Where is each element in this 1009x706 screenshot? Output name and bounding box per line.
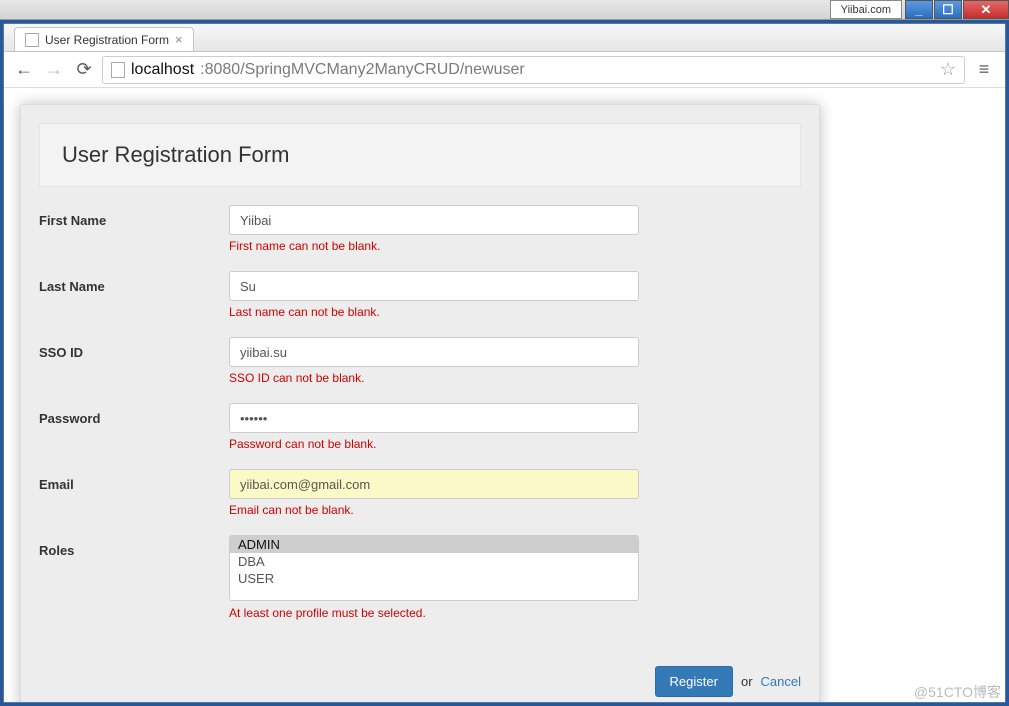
- label-email: Email: [39, 469, 229, 492]
- row-password: Password Password can not be blank.: [39, 403, 801, 461]
- sso-id-input[interactable]: [229, 337, 639, 367]
- row-first-name: First Name First name can not be blank.: [39, 205, 801, 263]
- error-email: Email can not be blank.: [229, 503, 639, 517]
- error-sso-id: SSO ID can not be blank.: [229, 371, 639, 385]
- label-password: Password: [39, 403, 229, 426]
- watermark: @51CTO博客: [914, 682, 1001, 702]
- roles-option[interactable]: ADMIN: [230, 536, 638, 553]
- label-sso-id: SSO ID: [39, 337, 229, 360]
- page-icon: [25, 33, 39, 47]
- error-first-name: First name can not be blank.: [229, 239, 639, 253]
- registration-form: First Name First name can not be blank. …: [21, 205, 819, 656]
- window-minimize-button[interactable]: _: [905, 0, 933, 19]
- window-brand: Yiibai.com: [830, 0, 902, 19]
- page-title: User Registration Form: [62, 142, 778, 168]
- or-text: or: [741, 674, 753, 689]
- url-host: localhost: [131, 61, 194, 79]
- label-last-name: Last Name: [39, 271, 229, 294]
- row-sso-id: SSO ID SSO ID can not be blank.: [39, 337, 801, 395]
- row-roles: Roles ADMINDBAUSER At least one profile …: [39, 535, 801, 630]
- email-input[interactable]: [229, 469, 639, 499]
- row-last-name: Last Name Last name can not be blank.: [39, 271, 801, 329]
- bookmark-star-icon[interactable]: ☆: [940, 59, 956, 80]
- browser-window: User Registration Form × ← → ⟳ localhost…: [3, 23, 1006, 703]
- page-icon: [111, 62, 125, 78]
- window-titlebar: Yiibai.com _ ☐ ✕: [0, 0, 1009, 20]
- label-first-name: First Name: [39, 205, 229, 228]
- last-name-input[interactable]: [229, 271, 639, 301]
- row-email: Email Email can not be blank.: [39, 469, 801, 527]
- roles-option[interactable]: USER: [230, 570, 638, 587]
- password-input[interactable]: [229, 403, 639, 433]
- window-maximize-button[interactable]: ☐: [934, 0, 962, 19]
- window-close-button[interactable]: ✕: [963, 0, 1009, 19]
- tab-close-icon[interactable]: ×: [175, 32, 183, 47]
- panel-header: User Registration Form: [39, 123, 801, 187]
- error-password: Password can not be blank.: [229, 437, 639, 451]
- roles-select[interactable]: ADMINDBAUSER: [229, 535, 639, 601]
- error-roles: At least one profile must be selected.: [229, 606, 639, 620]
- roles-option[interactable]: DBA: [230, 553, 638, 570]
- cancel-link[interactable]: Cancel: [761, 674, 801, 689]
- reload-button[interactable]: ⟳: [72, 58, 96, 82]
- address-bar: ← → ⟳ localhost :8080/SpringMVCMany2ManyC…: [4, 52, 1005, 88]
- back-button[interactable]: ←: [12, 58, 36, 82]
- form-actions: Register or Cancel: [21, 656, 819, 702]
- tab-bar: User Registration Form ×: [4, 24, 1005, 52]
- url-path: :8080/SpringMVCMany2ManyCRUD/newuser: [200, 61, 525, 79]
- error-last-name: Last name can not be blank.: [229, 305, 639, 319]
- label-roles: Roles: [39, 535, 229, 558]
- first-name-input[interactable]: [229, 205, 639, 235]
- register-button[interactable]: Register: [655, 666, 733, 697]
- viewport: User Registration Form First Name First …: [4, 88, 1005, 702]
- url-input[interactable]: localhost :8080/SpringMVCMany2ManyCRUD/ne…: [102, 56, 965, 84]
- form-panel: User Registration Form First Name First …: [20, 104, 820, 702]
- browser-menu-button[interactable]: ≡: [971, 57, 997, 83]
- tab-title: User Registration Form: [45, 33, 169, 47]
- browser-tab[interactable]: User Registration Form ×: [14, 27, 194, 51]
- forward-button[interactable]: →: [42, 58, 66, 82]
